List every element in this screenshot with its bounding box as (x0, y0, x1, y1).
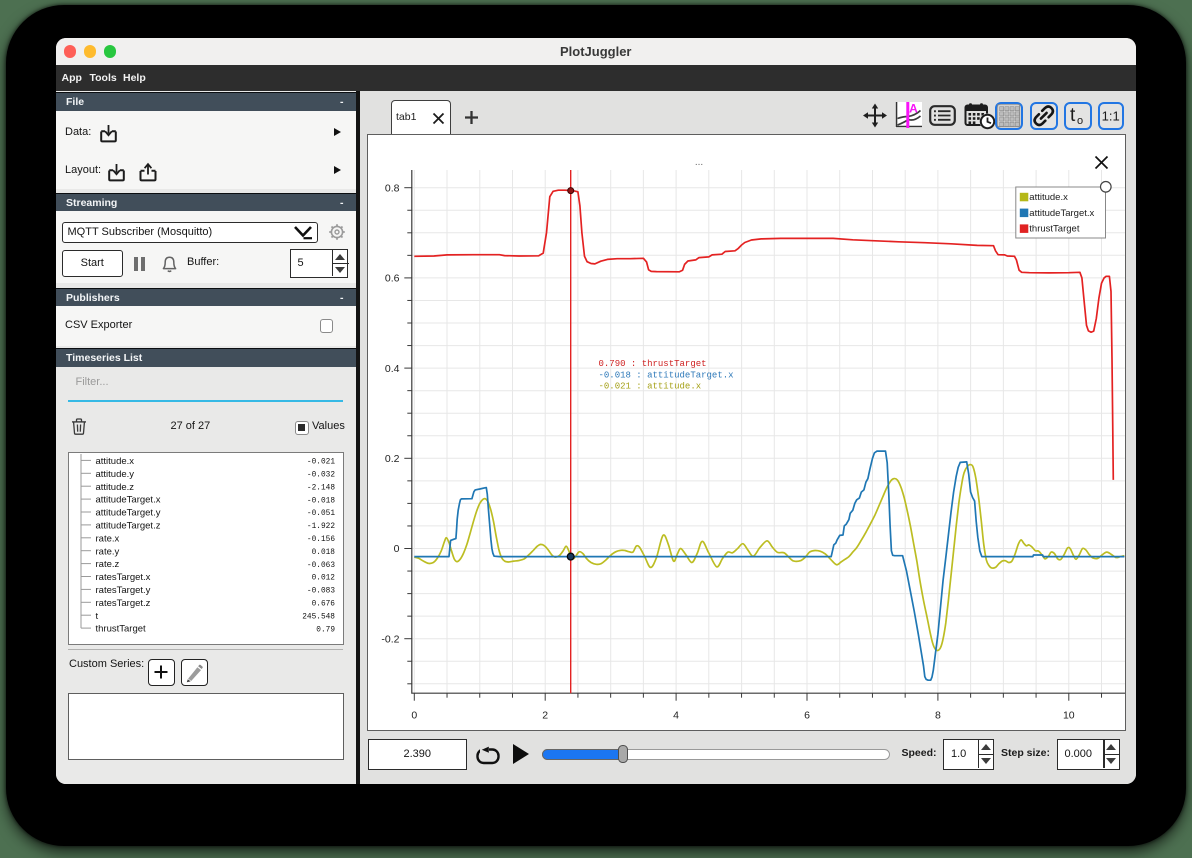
svg-text:0.2: 0.2 (385, 453, 400, 465)
svg-text:0: 0 (411, 709, 417, 721)
svg-text:attitudeTarget.z: attitudeTarget.z (95, 520, 160, 531)
svg-text:A: A (909, 102, 918, 116)
svg-text:1:1: 1:1 (1102, 109, 1120, 124)
svg-text:attitude.y: attitude.y (95, 468, 134, 479)
svg-text:-2.148: -2.148 (306, 484, 334, 492)
svg-text:attitudeTarget.x: attitudeTarget.x (95, 494, 160, 505)
svg-text:attitudeTarget.x: attitudeTarget.x (1029, 207, 1094, 218)
svg-text:0.012: 0.012 (311, 574, 335, 582)
svg-text:ratesTarget.x: ratesTarget.x (95, 572, 150, 583)
svg-text:10: 10 (1063, 709, 1075, 721)
svg-text:-0.018 : attitudeTarget.x: -0.018 : attitudeTarget.x (599, 370, 734, 380)
svg-text:4: 4 (673, 709, 679, 721)
svg-text:rate.z: rate.z (95, 559, 119, 570)
svg-text:t: t (95, 610, 98, 621)
svg-text:ratesTarget.y: ratesTarget.y (95, 585, 150, 596)
svg-text:0.79: 0.79 (316, 626, 335, 634)
svg-text:o: o (1077, 115, 1083, 127)
svg-text:0.790 : thrustTarget: 0.790 : thrustTarget (599, 359, 707, 369)
svg-text:-0.021: -0.021 (306, 458, 334, 466)
svg-text:thrustTarget: thrustTarget (95, 623, 146, 634)
svg-text:8: 8 (935, 709, 941, 721)
svg-text:attitudeTarget.y: attitudeTarget.y (95, 507, 160, 518)
svg-text:-0.021 : attitude.x: -0.021 : attitude.x (599, 381, 702, 391)
svg-text:thrustTarget: thrustTarget (1029, 223, 1080, 234)
svg-text:-0.051: -0.051 (306, 510, 334, 518)
svg-text:0.018: 0.018 (311, 548, 335, 556)
svg-text:0.4: 0.4 (385, 362, 400, 374)
svg-text:245.548: 245.548 (302, 613, 335, 621)
svg-text:0.6: 0.6 (385, 272, 400, 284)
svg-text:...: ... (695, 157, 703, 168)
svg-text:-1.922: -1.922 (306, 523, 334, 531)
svg-text:6: 6 (804, 709, 810, 721)
svg-text:-0.083: -0.083 (306, 587, 334, 595)
svg-text:rate.y: rate.y (95, 546, 119, 557)
svg-text:rate.x: rate.x (95, 533, 119, 544)
svg-text:-0.156: -0.156 (306, 536, 334, 544)
svg-text:-0.018: -0.018 (306, 497, 334, 505)
svg-text:attitude.x: attitude.x (95, 456, 134, 467)
svg-text:attitude.x: attitude.x (1029, 192, 1068, 203)
svg-text:0.8: 0.8 (385, 182, 400, 194)
svg-text:0.676: 0.676 (311, 600, 335, 608)
svg-text:-0.2: -0.2 (381, 633, 399, 645)
svg-text:2: 2 (542, 709, 548, 721)
svg-text:ratesTarget.z: ratesTarget.z (95, 597, 150, 608)
svg-text:-0.032: -0.032 (306, 471, 334, 479)
svg-text:t: t (1070, 105, 1076, 126)
svg-text:0: 0 (394, 543, 400, 555)
svg-text:attitude.z: attitude.z (95, 481, 134, 492)
svg-text:-0.063: -0.063 (306, 561, 334, 569)
